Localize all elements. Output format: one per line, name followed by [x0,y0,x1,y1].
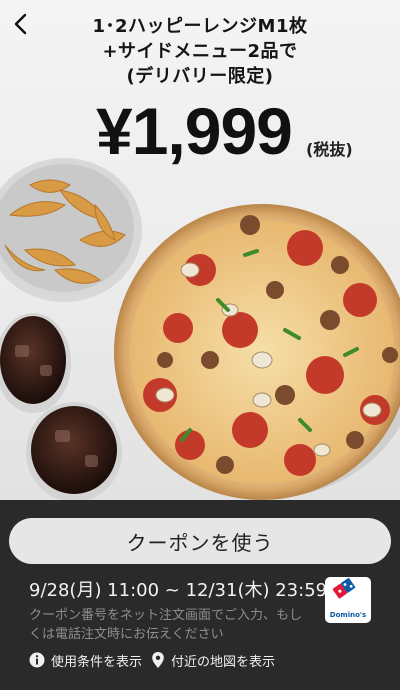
offer-title: 1･2ハッピーレンジM1枚 +サイドメニュー2品で (デリバリー限定) [90,14,310,89]
domino-tile-icon [332,578,356,599]
offer-title-line-1: 1･2ハッピーレンジM1枚 [92,16,308,37]
map-pin-icon [152,652,164,668]
brand-name: Domino's [329,611,367,619]
offer-title-line-3: (デリバリー限定) [126,66,274,87]
back-chevron-icon[interactable] [10,12,32,36]
hero-image: 1･2ハッピーレンジM1枚 +サイドメニュー2品で (デリバリー限定) ¥1,9… [0,0,400,500]
offer-price: ¥1,999 [96,94,293,168]
coupon-validity-period: 9/28(月) 11:00 ~ 12/31(木) 23:59 [29,580,328,601]
coupon-usage-note: クーポン番号をネット注文画面でご入力、もしくは電話注文時にお伝えください [29,608,303,642]
terms-link[interactable]: 使用条件を表示 [29,650,142,670]
tax-note: (税抜) [306,140,353,159]
info-icon [29,652,45,668]
use-coupon-button[interactable]: クーポンを使う [9,518,391,564]
dominos-logo: Domino's [325,577,371,623]
offer-title-line-2: +サイドメニュー2品で [102,41,298,62]
nearby-map-link-label[interactable]: 付近の地図を表示 [171,651,275,670]
nearby-map-link[interactable]: 付近の地図を表示 [151,650,275,670]
terms-link-label[interactable]: 使用条件を表示 [51,651,142,670]
